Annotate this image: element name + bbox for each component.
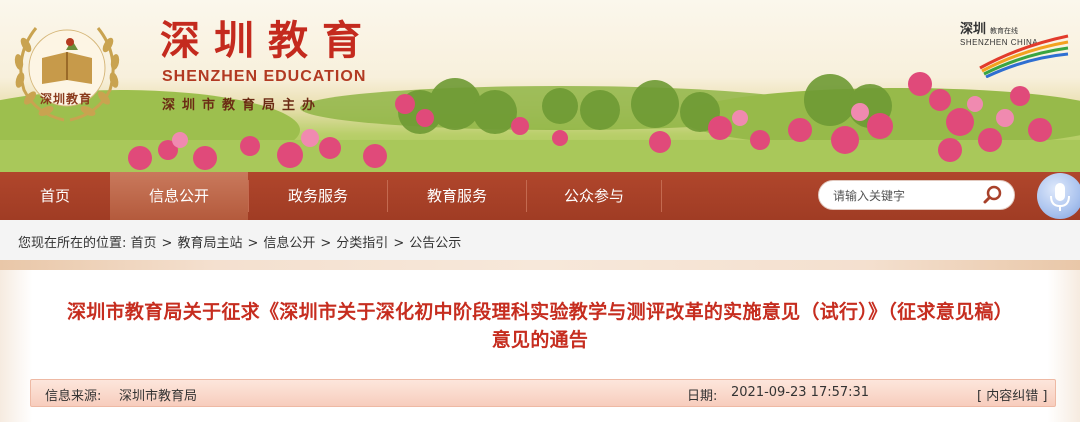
- nav-item-home[interactable]: 首页: [0, 172, 110, 220]
- breadcrumb-link-main-site[interactable]: 教育局主站: [177, 236, 242, 251]
- date-value: 2021-09-23 17:57:31: [731, 385, 870, 400]
- search-icon[interactable]: [982, 184, 1004, 206]
- breadcrumb-separator: >: [393, 236, 405, 251]
- microphone-icon[interactable]: [1037, 173, 1080, 219]
- content-top-border: [0, 260, 1080, 270]
- nav-divider: [661, 180, 662, 212]
- article-title-line2: 意见的通告: [491, 329, 589, 351]
- breadcrumb-link-home[interactable]: 首页: [131, 236, 157, 251]
- breadcrumb-prefix: 您现在所在的位置:: [18, 236, 127, 251]
- site-host: 深圳市教育局主办: [162, 98, 323, 113]
- breadcrumb-separator: >: [320, 236, 332, 251]
- logo-text: 深圳教育: [40, 92, 93, 106]
- date-label: 日期:: [687, 389, 718, 404]
- article-title: 深圳市教育局关于征求《深圳市关于深化初中阶段理科实验教学与测评改革的实施意见（试…: [0, 298, 1080, 354]
- breadcrumb: 您现在所在的位置: 首页 > 教育局主站 > 信息公开 > 分类指引 > 公告公示: [0, 220, 1080, 260]
- breadcrumb-link-announcements[interactable]: 公告公示: [409, 236, 461, 251]
- site-title: 深圳教育: [160, 17, 376, 64]
- article-meta-bar: 信息来源: 深圳市教育局 日期: 2021-09-23 17:57:31 [ 内…: [30, 379, 1056, 407]
- content-correction-link[interactable]: [ 内容纠错 ]: [977, 385, 1047, 404]
- nav-item-education-services[interactable]: 教育服务: [388, 172, 526, 220]
- article-area: 深圳市教育局关于征求《深圳市关于深化初中阶段理科实验教学与测评改革的实施意见（试…: [0, 260, 1080, 422]
- header-banner: 深圳教育 深圳教育 SHENZHEN EDUCATION 深圳市教育局主办 深圳…: [0, 0, 1080, 172]
- source-value: 深圳市教育局: [119, 389, 198, 404]
- source-label: 信息来源:: [45, 389, 102, 404]
- article-title-line1: 深圳市教育局关于征求《深圳市关于深化初中阶段理科实验教学与测评改革的实施意见（试…: [66, 301, 1013, 323]
- breadcrumb-link-category-guide[interactable]: 分类指引: [336, 236, 388, 251]
- nav-item-public-participation[interactable]: 公众参与: [527, 172, 661, 220]
- site-title-en: SHENZHEN EDUCATION: [162, 68, 367, 85]
- breadcrumb-separator: >: [161, 236, 173, 251]
- search-box: [818, 180, 1015, 210]
- search-input[interactable]: [833, 187, 983, 205]
- rainbow-swoosh-icon: [979, 34, 1069, 78]
- education-logo[interactable]: 深圳教育: [6, 10, 128, 128]
- breadcrumb-link-info-disclosure[interactable]: 信息公开: [263, 236, 315, 251]
- breadcrumb-separator: >: [247, 236, 259, 251]
- nav-item-info-disclosure[interactable]: 信息公开: [110, 172, 248, 220]
- shenzhen-brand-logo[interactable]: 深圳 教育在线 SHENZHEN CHINA: [960, 18, 1070, 78]
- nav-item-government-services[interactable]: 政务服务: [249, 172, 387, 220]
